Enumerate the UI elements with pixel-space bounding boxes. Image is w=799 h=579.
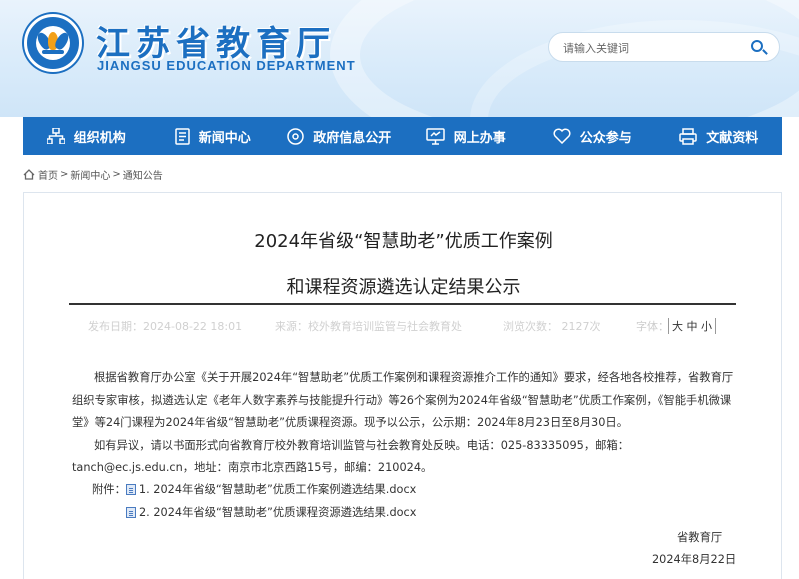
attachment-row: 附件： 1. 2024年省级“智慧助老”优质工作案例遴选结果.docx [92,481,416,497]
font-size-medium[interactable]: 中 [687,320,698,333]
logo-emblem-icon [35,26,71,60]
breadcrumb-news[interactable]: 新闻中心 [70,167,110,182]
nav-item-label: 网上办事 [453,130,506,146]
site-header: 江苏省教育厅 JIANGSU EDUCATION DEPARTMENT [0,0,799,117]
search-icon[interactable] [749,38,769,58]
org-chart-icon [46,128,65,144]
nav-item-gov-info[interactable]: 政府信息公开 [276,117,403,155]
article-source: 来源：校外教育培训监管与社会教育处 [275,320,462,333]
search-box [548,32,780,62]
article-body: 根据省教育厅办公室《关于开展2024年“智慧助老”优质工作案例和课程资源推介工作… [72,367,740,480]
article-card: 2024年省级“智慧助老”优质工作案例 和课程资源遴选认定结果公示 发布日期：2… [23,192,782,579]
title-divider [69,303,736,305]
attachment-row: 2. 2024年省级“智慧助老”优质课程资源遴选结果.docx [126,504,416,520]
docx-file-icon [125,483,136,495]
font-size-label: 字体： [636,320,669,333]
breadcrumb-current[interactable]: 通知公告 [123,167,163,182]
signature: 省教育厅 [677,531,723,544]
view-count: 浏览次数： 2127次 [503,320,601,333]
article-title-line1: 2024年省级“智慧助老”优质工作案例 [254,231,553,252]
font-size-large[interactable]: 大 [672,320,683,333]
nav-item-label: 政府信息公开 [313,130,392,146]
article-title-line2: 和课程资源遴选认定结果公示 [286,277,521,298]
disc-icon [287,127,304,145]
breadcrumb-separator: > [60,168,69,180]
search-input[interactable] [563,38,743,58]
article-paragraph: 根据省教育厅办公室《关于开展2024年“智慧助老”优质工作案例和课程资源推介工作… [72,371,734,429]
attachments-label: 附件： [92,483,126,496]
site-subtitle: JIANGSU EDUCATION DEPARTMENT [97,58,356,73]
sign-date: 2024年8月22日 [652,553,737,566]
font-size-control: 大 中 小 [668,318,716,334]
article-paragraph: 如有异议，请以书面形式向省教育厅校外教育培训监管与社会教育处反映。电话：025-… [72,438,630,475]
breadcrumb-separator: > [112,168,121,180]
main-nav: 组织机构 新闻中心 政府信息公开 网上办事 公众参与 文献资料 [23,117,782,155]
monitor-icon [425,127,445,145]
publish-date: 发布日期：2024-08-22 18:01 [88,320,243,333]
font-size-small[interactable]: 小 [701,320,712,333]
document-icon [174,127,190,145]
attachment-link[interactable]: 2. 2024年省级“智慧助老”优质课程资源遴选结果.docx [139,504,416,520]
docx-file-icon [126,506,136,518]
nav-item-label: 新闻中心 [198,130,251,146]
nav-item-news[interactable]: 新闻中心 [150,117,277,155]
heart-icon [553,128,571,144]
printer-icon [679,127,697,145]
breadcrumb: 首页 > 新闻中心 > 通知公告 [23,166,163,182]
nav-item-public-participation[interactable]: 公众参与 [529,117,656,155]
home-icon [23,168,35,180]
nav-item-label: 文献资料 [706,130,759,146]
nav-item-online-services[interactable]: 网上办事 [403,117,530,155]
nav-item-label: 公众参与 [579,130,632,146]
site-logo[interactable] [24,14,82,72]
nav-item-documents[interactable]: 文献资料 [656,117,783,155]
attachment-link[interactable]: 1. 2024年省级“智慧助老”优质工作案例遴选结果.docx [139,481,416,497]
breadcrumb-home[interactable]: 首页 [38,167,58,182]
nav-item-label: 组织机构 [73,130,126,146]
nav-item-organization[interactable]: 组织机构 [23,117,150,155]
